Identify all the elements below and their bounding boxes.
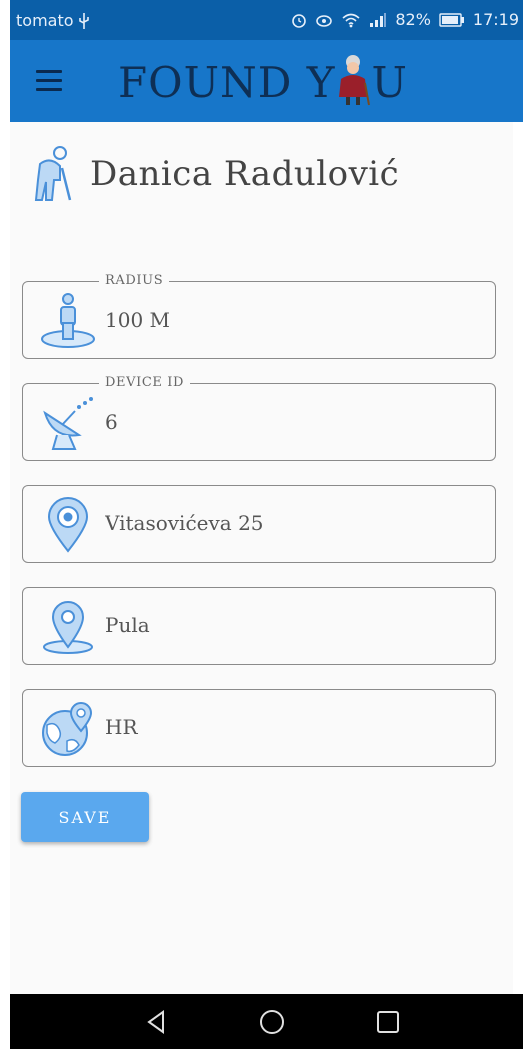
radius-field[interactable]: RADIUS	[22, 273, 496, 359]
carrier-name: tomato	[16, 11, 74, 30]
recents-icon[interactable]	[374, 1008, 402, 1036]
device-id-input[interactable]	[105, 410, 485, 434]
logo-text-right: U	[371, 57, 408, 107]
usb-icon	[78, 12, 90, 29]
profile-header: Danica Radulović	[30, 146, 399, 202]
home-icon[interactable]	[258, 1008, 286, 1036]
city-field[interactable]	[22, 587, 496, 665]
save-button[interactable]: SAVE	[21, 792, 149, 842]
back-icon[interactable]	[143, 1008, 171, 1036]
person-radius-icon	[39, 293, 97, 349]
status-bar: tomato 82% 17:19	[10, 0, 523, 40]
eye-comfort-icon	[315, 12, 333, 28]
radius-label: RADIUS	[99, 273, 170, 288]
device-id-field[interactable]: DEVICE ID	[22, 375, 496, 461]
city-input[interactable]	[105, 613, 485, 637]
clock: 17:19	[472, 10, 519, 29]
logo-text-left: FOUND Y	[118, 57, 336, 107]
map-marker-icon	[39, 599, 97, 655]
wifi-icon	[341, 12, 361, 28]
country-input[interactable]	[105, 715, 485, 739]
system-nav-bar	[10, 994, 523, 1049]
device-id-label: DEVICE ID	[99, 375, 190, 390]
street-input[interactable]	[105, 511, 485, 535]
country-field[interactable]	[22, 689, 496, 767]
satellite-dish-icon	[39, 395, 97, 451]
screen-border-left	[0, 0, 10, 1049]
elderly-person-icon	[30, 146, 74, 202]
radius-input[interactable]	[105, 308, 485, 332]
location-pin-icon	[39, 497, 97, 553]
street-field[interactable]	[22, 485, 496, 563]
app-bar: FOUND Y U	[10, 40, 523, 122]
menu-icon[interactable]	[36, 70, 62, 92]
signal-icon	[369, 12, 387, 28]
battery-icon	[439, 12, 465, 27]
status-left: tomato	[16, 11, 90, 30]
battery-percent: 82%	[395, 10, 431, 29]
status-right: 82% 17:19	[291, 10, 519, 29]
globe-pin-icon	[39, 701, 97, 757]
alarm-icon	[291, 12, 307, 28]
app-screen: tomato 82% 17:19 FOUND Y U Danica Radulo…	[10, 0, 523, 1049]
grandma-icon	[335, 53, 371, 111]
app-logo: FOUND Y U	[118, 54, 408, 110]
page-title: Danica Radulović	[90, 154, 400, 194]
